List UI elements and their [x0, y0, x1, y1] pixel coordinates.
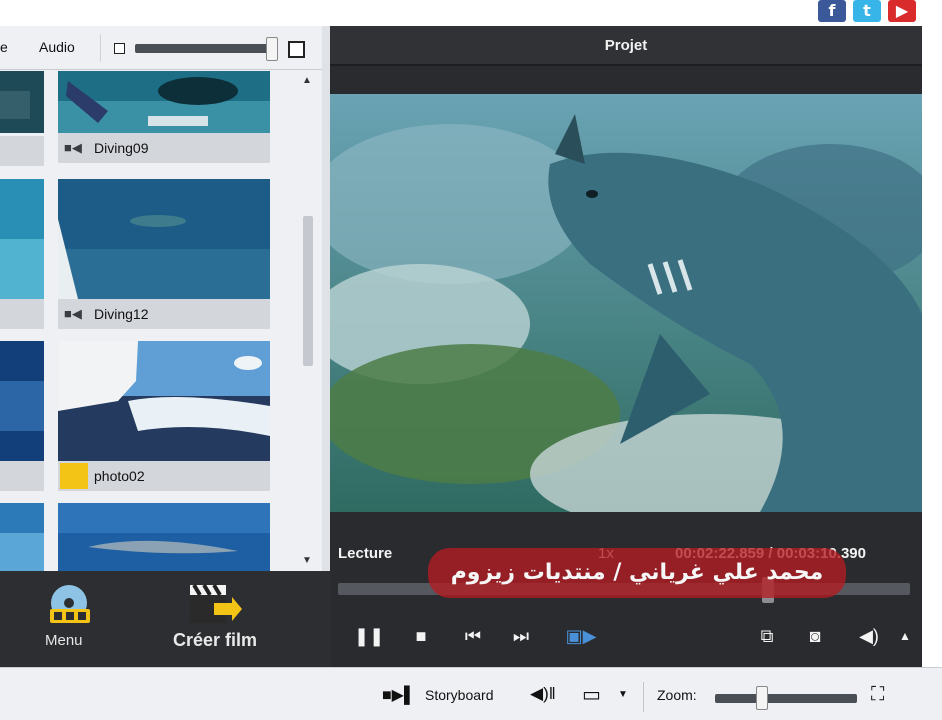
scrollbar-thumb[interactable] — [303, 216, 313, 366]
thumbnail-partial-1[interactable] — [0, 71, 44, 133]
menu-disc-icon[interactable] — [46, 583, 92, 629]
bottom-bar: ■▶▌ Storyboard ◀)‖ ▭ ▼ Zoom: ⛶ — [0, 667, 942, 720]
thumbnail-size-slider-handle[interactable] — [266, 37, 278, 61]
thumbnail-label: photo02 — [94, 468, 145, 484]
small-thumbnail-icon[interactable] — [114, 43, 125, 54]
zoom-slider[interactable] — [715, 694, 857, 703]
project-title: Projet — [604, 37, 648, 54]
play-range-icon[interactable]: ▣▶ — [564, 626, 598, 646]
thumbnail-photo02[interactable] — [58, 341, 270, 461]
thumbnail-dolphin[interactable] — [58, 503, 270, 571]
fullscreen-icon[interactable]: ⧉ — [754, 626, 780, 646]
facebook-icon[interactable]: f — [818, 0, 846, 22]
create-film-button-label[interactable]: Créer film — [173, 630, 257, 651]
display-mode-dropdown-icon[interactable]: ▼ — [618, 689, 628, 700]
video-preview[interactable] — [330, 94, 922, 512]
caption-partial — [0, 136, 44, 166]
panel-divider[interactable] — [322, 26, 330, 571]
skip-forward-icon[interactable]: ⏭ — [508, 626, 534, 646]
caption-partial — [0, 461, 44, 491]
playback-status: Lecture — [338, 545, 393, 562]
top-strip: f t ▶ — [0, 0, 942, 26]
tab-divider — [100, 34, 101, 62]
stop-icon[interactable]: ■ — [408, 626, 434, 646]
thumbnail-diving09[interactable] — [58, 71, 270, 133]
storyboard-icon[interactable]: ■▶▌ — [382, 685, 415, 705]
audio-mixer-icon[interactable]: ◀)‖ — [530, 684, 556, 704]
zoom-label: Zoom: — [657, 687, 697, 703]
bottom-bar-divider — [643, 682, 644, 712]
thumbnail-label: Diving12 — [94, 306, 149, 322]
menu-button-label[interactable]: Menu — [45, 632, 83, 649]
fit-to-window-icon[interactable]: ⛶ — [871, 684, 884, 706]
scroll-down-arrow-icon[interactable]: ▼ — [302, 555, 312, 566]
skip-back-icon[interactable]: ⏮ — [460, 626, 486, 646]
youtube-icon[interactable]: ▶ — [888, 0, 916, 22]
watermark-overlay: محمد علي غرياني / منتديات زيزوم — [428, 548, 846, 598]
tab-partial[interactable]: e — [0, 39, 8, 55]
thumbnail-partial-3[interactable] — [0, 341, 44, 461]
video-camera-icon: ■◀ — [64, 306, 82, 321]
thumbnail-caption: photo02 — [58, 461, 270, 491]
volume-expand-icon[interactable]: ▲ — [892, 626, 918, 646]
storyboard-button[interactable]: Storyboard — [425, 687, 493, 703]
thumbnail-scrollbar[interactable]: ▲ ▼ — [300, 71, 316, 571]
twitter-icon[interactable]: t — [853, 0, 881, 22]
tab-audio[interactable]: Audio — [39, 39, 75, 55]
large-thumbnail-icon[interactable] — [288, 41, 305, 58]
thumbnail-diving12[interactable] — [58, 179, 270, 299]
zoom-slider-handle[interactable] — [756, 686, 768, 710]
video-camera-icon: ■◀ — [64, 140, 82, 155]
display-mode-icon[interactable]: ▭ — [582, 682, 601, 707]
snapshot-camera-icon[interactable]: ◙ — [802, 626, 828, 646]
media-browser: e Audio ■◀ Diving09 ■◀ Diving12 photo02 … — [0, 26, 322, 571]
scroll-up-arrow-icon[interactable]: ▲ — [302, 75, 312, 86]
photo-icon — [60, 463, 88, 489]
clapperboard-icon[interactable] — [188, 583, 242, 625]
media-filter-bar: e Audio — [0, 26, 322, 70]
project-header: Projet — [330, 26, 922, 66]
thumbnail-caption: ■◀ Diving09 — [58, 133, 270, 163]
caption-partial — [0, 299, 44, 329]
thumbnail-grid: ■◀ Diving09 ■◀ Diving12 photo02 — [0, 71, 300, 571]
thumbnail-caption: ■◀ Diving12 — [58, 299, 270, 329]
thumbnail-label: Diving09 — [94, 140, 149, 156]
main-toolbar: Menu Créer film — [0, 571, 330, 667]
thumbnail-partial-4[interactable] — [0, 503, 44, 571]
volume-icon[interactable]: ◀) — [852, 626, 886, 646]
thumbnail-size-slider[interactable] — [135, 44, 275, 53]
thumbnail-partial-2[interactable] — [0, 179, 44, 299]
pause-icon[interactable]: ❚❚ — [354, 626, 384, 646]
video-frame-image — [330, 94, 922, 512]
